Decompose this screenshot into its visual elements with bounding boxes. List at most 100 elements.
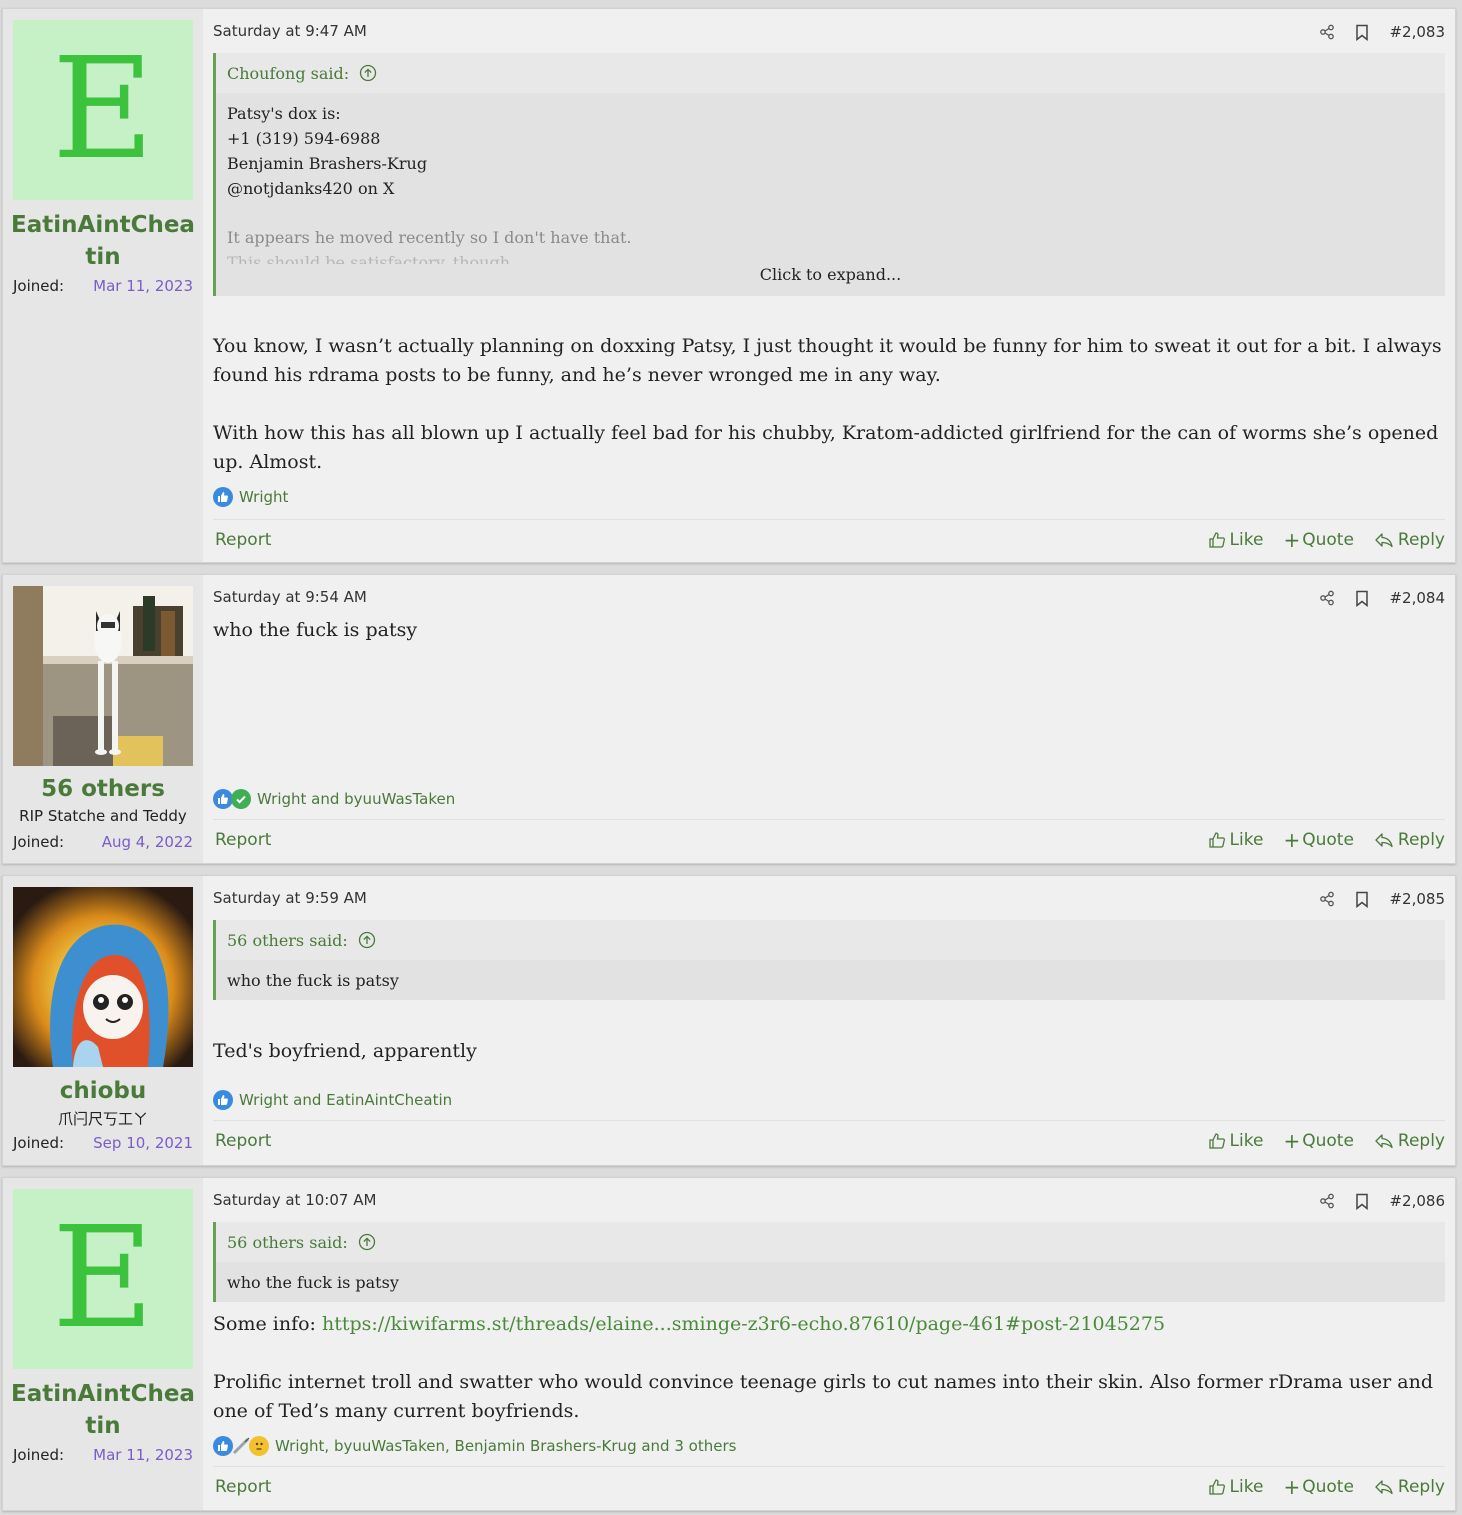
message-paragraph: Prolific internet troll and swatter who … bbox=[213, 1371, 1433, 1422]
share-icon[interactable] bbox=[1319, 590, 1335, 606]
share-icon[interactable] bbox=[1319, 1193, 1335, 1209]
username[interactable]: 56 others bbox=[7, 773, 199, 805]
like-button[interactable]: Like bbox=[1208, 529, 1264, 550]
quote-author-label[interactable]: 56 others said: bbox=[227, 1233, 348, 1252]
message-paragraph: Ted's boyfriend, apparently bbox=[213, 1040, 477, 1062]
username[interactable]: EatinAintCheatin bbox=[7, 209, 199, 273]
quote-button[interactable]: + Quote bbox=[1283, 528, 1353, 552]
plus-icon: + bbox=[1283, 1474, 1301, 1499]
jump-to-quote-icon[interactable] bbox=[359, 64, 377, 82]
reaction-users[interactable]: Wright, byuuWasTaken, Benjamin Brashers-… bbox=[275, 1437, 736, 1455]
thread-link[interactable]: https://kiwifarms.st/threads/elaine...sm… bbox=[322, 1313, 1165, 1335]
reactions-bar[interactable]: Wright and byuuWasTaken bbox=[213, 789, 455, 809]
report-link[interactable]: Report bbox=[215, 530, 271, 550]
post-header-actions: #2,085 bbox=[1319, 888, 1445, 910]
user-sidebar: 56 others RIP Statche and Teddy Joined: … bbox=[3, 575, 203, 863]
reactions-bar[interactable]: Wright bbox=[213, 487, 288, 507]
like-label: Like bbox=[1229, 529, 1264, 550]
report-link[interactable]: Report bbox=[215, 1131, 271, 1151]
reply-label: Reply bbox=[1397, 529, 1445, 550]
quote-button[interactable]: + Quote bbox=[1283, 1475, 1353, 1499]
quote-line: This should be satisfactory, though. bbox=[227, 253, 516, 264]
post-timestamp[interactable]: Saturday at 10:07 AM bbox=[213, 1191, 376, 1209]
avatar[interactable] bbox=[13, 887, 193, 1067]
post-number[interactable]: #2,084 bbox=[1389, 589, 1445, 607]
quote-author-label[interactable]: 56 others said: bbox=[227, 931, 348, 950]
quote-author-label[interactable]: Choufong said: bbox=[227, 64, 349, 83]
like-label: Like bbox=[1229, 1130, 1264, 1151]
like-label: Like bbox=[1229, 829, 1264, 850]
post-actions: Like + Quote Reply bbox=[1188, 528, 1445, 552]
quote-label: Quote bbox=[1302, 1476, 1354, 1497]
user-sidebar: E EatinAintCheatin Joined: Mar 11, 2023 bbox=[3, 9, 203, 562]
like-button[interactable]: Like bbox=[1208, 1477, 1263, 1497]
message-paragraph: Some info: https://kiwifarms.st/threads/… bbox=[213, 1310, 1445, 1339]
reaction-users[interactable]: Wright bbox=[239, 488, 288, 506]
reply-button[interactable]: Reply bbox=[1374, 1131, 1445, 1151]
reply-button[interactable]: Reply bbox=[1374, 830, 1445, 850]
message-paragraph: With how this has all blown up I actuall… bbox=[213, 422, 1439, 473]
post-footer: Report Like + Quote Reply bbox=[213, 1120, 1445, 1160]
post-timestamp[interactable]: Saturday at 9:54 AM bbox=[213, 588, 367, 606]
info-label: Some info: bbox=[213, 1313, 322, 1335]
post-message: Some info: https://kiwifarms.st/threads/… bbox=[213, 1310, 1445, 1426]
quote-line: Patsy's dox is: bbox=[227, 104, 341, 123]
quote-line: who the fuck is patsy bbox=[227, 971, 399, 990]
report-link[interactable]: Report bbox=[215, 1477, 271, 1497]
jump-to-quote-icon[interactable] bbox=[358, 1233, 376, 1251]
post-number[interactable]: #2,086 bbox=[1389, 1192, 1445, 1210]
post-main: Saturday at 9:59 AM #2,085 56 others sai… bbox=[213, 876, 1445, 1165]
post-timestamp[interactable]: Saturday at 9:59 AM bbox=[213, 889, 367, 907]
reactions-bar[interactable]: Wright, byuuWasTaken, Benjamin Brashers-… bbox=[213, 1436, 736, 1456]
joined-date: Mar 11, 2023 bbox=[93, 277, 193, 295]
quote-author[interactable]: 56 others said: bbox=[216, 1222, 1445, 1262]
thumbs-up-icon bbox=[1208, 831, 1225, 848]
username[interactable]: EatinAintCheatin bbox=[7, 1378, 199, 1442]
like-button[interactable]: Like bbox=[1208, 1130, 1264, 1151]
reply-label: Reply bbox=[1397, 829, 1445, 850]
post-footer: Report Like + Quote Reply bbox=[213, 519, 1445, 559]
reaction-users[interactable]: Wright and byuuWasTaken bbox=[257, 790, 455, 808]
reply-label: Reply bbox=[1397, 1130, 1445, 1151]
plus-icon: + bbox=[1283, 527, 1301, 552]
post-actions: Like + Quote Reply bbox=[1188, 1129, 1445, 1153]
share-icon[interactable] bbox=[1319, 891, 1335, 907]
quote-label: Quote bbox=[1302, 829, 1354, 850]
thumbs-up-icon bbox=[1208, 1478, 1225, 1495]
like-reaction-icon bbox=[213, 487, 233, 507]
reply-button[interactable]: Reply bbox=[1374, 530, 1445, 550]
post-main: Saturday at 10:07 AM #2,086 56 others sa… bbox=[213, 1178, 1445, 1510]
reply-icon bbox=[1375, 532, 1393, 547]
post: 56 others RIP Statche and Teddy Joined: … bbox=[2, 574, 1456, 864]
bookmark-icon[interactable] bbox=[1355, 590, 1369, 607]
avatar[interactable]: E bbox=[13, 20, 193, 200]
joined-label: Joined: bbox=[13, 1446, 65, 1464]
post-timestamp[interactable]: Saturday at 9:47 AM bbox=[213, 22, 367, 40]
post-actions: Like + Quote Reply bbox=[1188, 1475, 1445, 1499]
post-number[interactable]: #2,083 bbox=[1389, 23, 1445, 41]
reaction-users[interactable]: Wright and EatinAintCheatin bbox=[239, 1091, 452, 1109]
like-button[interactable]: Like bbox=[1208, 829, 1264, 850]
bookmark-icon[interactable] bbox=[1355, 24, 1369, 41]
username[interactable]: chiobu bbox=[7, 1075, 199, 1107]
bookmark-icon[interactable] bbox=[1355, 1193, 1369, 1210]
click-to-expand-link[interactable]: Click to expand... bbox=[216, 265, 1445, 284]
avatar[interactable]: E bbox=[13, 1189, 193, 1369]
quote-button[interactable]: + Quote bbox=[1283, 828, 1353, 852]
quote-author[interactable]: Choufong said: bbox=[216, 53, 1445, 93]
post-number[interactable]: #2,085 bbox=[1389, 890, 1445, 908]
post-message: who the fuck is patsy bbox=[213, 616, 1445, 645]
like-reaction-icon bbox=[213, 789, 233, 809]
quote-author[interactable]: 56 others said: bbox=[216, 920, 1445, 960]
user-sidebar: E EatinAintCheatin Joined: Mar 11, 2023 bbox=[3, 1178, 203, 1510]
reply-button[interactable]: Reply bbox=[1374, 1477, 1445, 1497]
post-footer: Report Like + Quote Reply bbox=[213, 819, 1445, 859]
avatar[interactable] bbox=[13, 586, 193, 766]
user-sidebar: chiobu 爪闩尺丂工ㄚ Joined: Sep 10, 2021 bbox=[3, 876, 203, 1165]
report-link[interactable]: Report bbox=[215, 830, 271, 850]
share-icon[interactable] bbox=[1319, 24, 1335, 40]
quote-button[interactable]: + Quote bbox=[1283, 1129, 1353, 1153]
reactions-bar[interactable]: Wright and EatinAintCheatin bbox=[213, 1090, 452, 1110]
bookmark-icon[interactable] bbox=[1355, 891, 1369, 908]
jump-to-quote-icon[interactable] bbox=[358, 931, 376, 949]
